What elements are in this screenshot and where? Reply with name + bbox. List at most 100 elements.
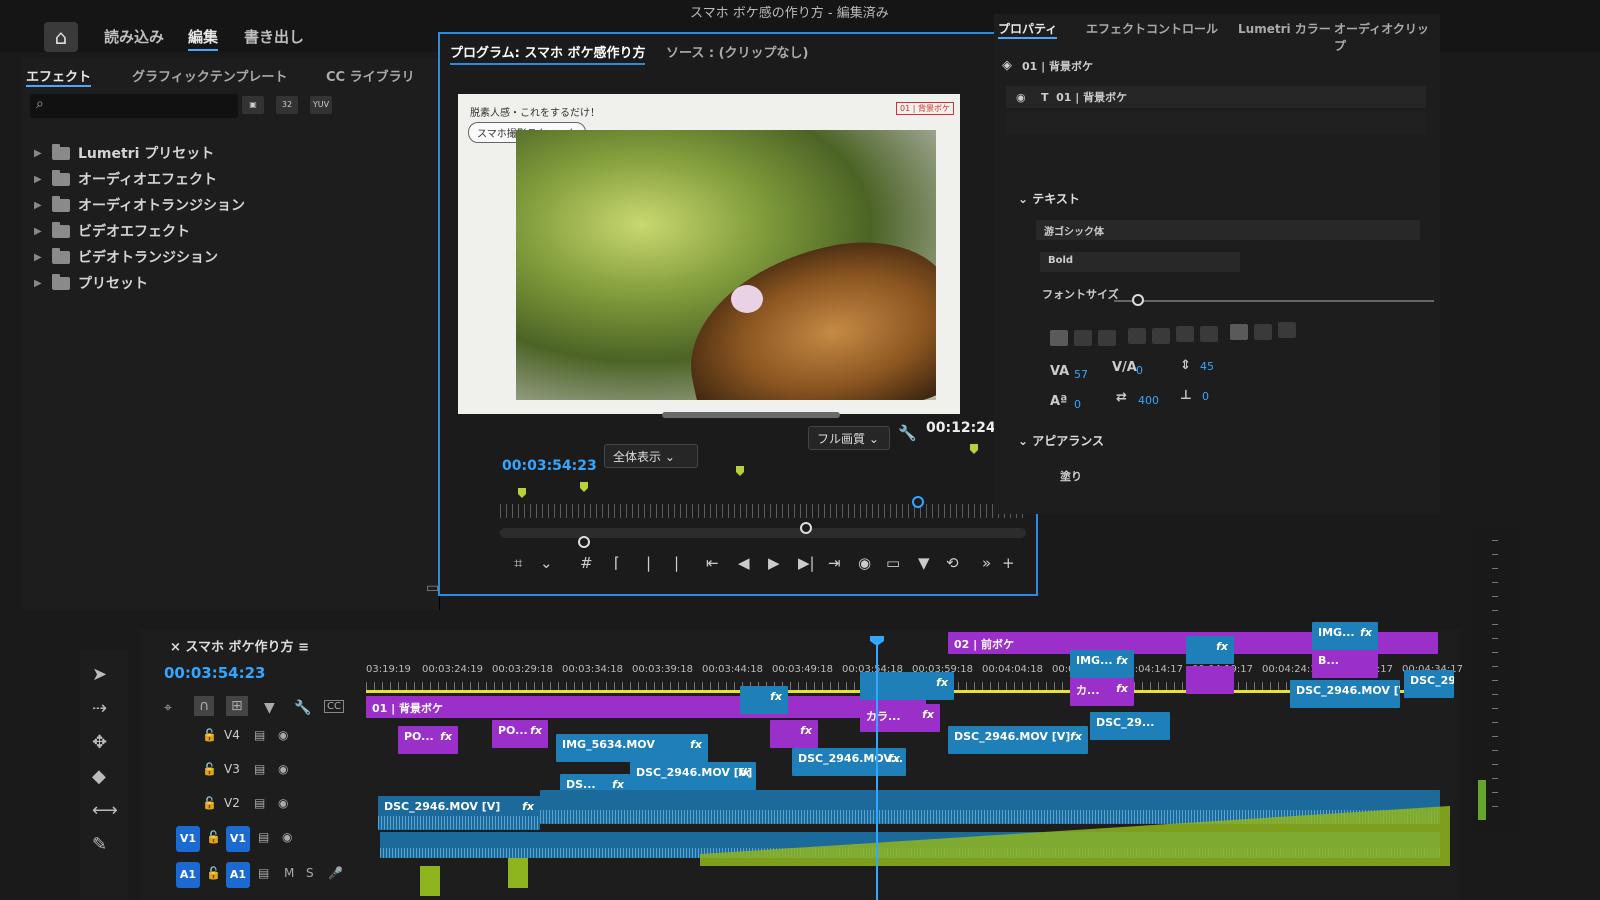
leading-value[interactable]: 45 (1200, 360, 1214, 373)
font-family-select[interactable]: 游ゴシック体 (1036, 220, 1420, 240)
font-style-select[interactable]: Bold (1040, 252, 1240, 272)
tab-properties[interactable]: プロパティ (998, 20, 1058, 39)
sync-lock-icon[interactable]: ▤ (258, 866, 269, 880)
justify-all-icon[interactable] (1200, 326, 1218, 342)
kerning-value[interactable]: 0 (1136, 364, 1143, 377)
mark-in-icon[interactable]: ⌈ (614, 554, 620, 572)
captions-icon[interactable]: CC (324, 700, 344, 713)
sync-lock-icon[interactable]: ▤ (254, 796, 265, 810)
marker-4[interactable] (970, 444, 978, 454)
play-icon[interactable]: ▶ (768, 554, 780, 572)
clip-graphic[interactable]: fx (770, 720, 818, 748)
monitor-zoom-bar[interactable] (500, 528, 1026, 538)
sync-lock-icon[interactable]: ▤ (254, 762, 265, 776)
align-right-icon[interactable] (1098, 330, 1116, 346)
eye-icon[interactable]: ◉ (278, 762, 288, 776)
ripple-edit-tool-icon[interactable]: ✥ (92, 732, 107, 753)
clip-video[interactable]: DSC_2946.MOV [V] fx (630, 762, 756, 790)
eye-icon[interactable]: ◉ (282, 830, 292, 844)
tree-item-audio-transitions[interactable]: ▶ オーディオトランジション (34, 192, 245, 218)
clip-graphic[interactable]: B... (1312, 650, 1378, 678)
go-to-out-icon[interactable]: ⇥ (828, 554, 841, 572)
clip-video[interactable]: DSC_2946.MOV [V] (1404, 670, 1454, 698)
align-top-icon[interactable] (1230, 324, 1248, 340)
clip-graphic[interactable]: PO... fx (398, 726, 458, 754)
baseline-shift-value[interactable]: 0 (1074, 398, 1081, 411)
razor-tool-icon[interactable]: ◆ (92, 766, 106, 787)
extract-icon[interactable]: ⟲ (946, 554, 959, 572)
snap-icon[interactable]: ⌖ (164, 700, 172, 716)
home-icon[interactable]: ⌂ (44, 22, 78, 52)
clip-graphic[interactable] (1186, 666, 1234, 694)
eye-icon[interactable]: ◉ (278, 796, 288, 810)
clip-video[interactable]: DSC_2946.MOV [V] (1290, 680, 1400, 708)
track-target-v1[interactable]: V1 (226, 826, 250, 852)
tab-libraries[interactable]: CC ライブラリ (326, 66, 415, 85)
zoom-handle-left[interactable] (578, 536, 590, 548)
text-section-header[interactable]: ⌄ テキスト (1018, 190, 1080, 207)
clip-video[interactable]: fx (740, 686, 788, 714)
clip-video[interactable]: IMG... fx (1070, 650, 1134, 678)
tab-audio-clip[interactable]: オーディオクリップ (1334, 20, 1440, 54)
align-center-icon[interactable] (1074, 330, 1092, 346)
zoom-handle-right[interactable] (800, 522, 812, 534)
accelerated-effects-icon[interactable]: ▣ (242, 96, 264, 114)
visibility-eye-icon[interactable]: ◉ (1016, 91, 1026, 104)
clip-video[interactable]: IMG_5634.MOV fx (556, 734, 708, 762)
clip-video[interactable]: DSC_29... (1090, 712, 1170, 740)
mic-icon[interactable]: 🎤 (328, 866, 343, 880)
tab-source[interactable]: ソース : (クリップなし) (666, 42, 808, 61)
step-back-start-icon[interactable]: ⇤ (706, 554, 719, 572)
yuv-effects-button[interactable]: YUV (310, 96, 332, 114)
tree-item-video-effects[interactable]: ▶ ビデオエフェクト (34, 218, 245, 244)
align-bottom-icon[interactable] (1278, 322, 1296, 338)
clip-graphic[interactable]: カラ... fx (860, 704, 940, 732)
lock-icon[interactable]: 🔓 (202, 728, 217, 742)
tree-item-presets[interactable]: ▶ プリセット (34, 270, 245, 296)
comparison-view-icon[interactable]: ▭ (886, 554, 900, 572)
lift-icon[interactable]: ▼ (918, 554, 930, 572)
mark-out-icon[interactable]: | (646, 554, 651, 572)
timeline-playhead[interactable] (876, 636, 878, 900)
marker-1[interactable] (518, 488, 526, 498)
sync-lock-icon[interactable]: ▤ (258, 830, 269, 844)
timeline-timecode[interactable]: 00:03:54:23 (164, 664, 266, 682)
tree-item-video-transitions[interactable]: ▶ ビデオトランジション (34, 244, 245, 270)
linked-selection-icon[interactable]: ∩ (194, 696, 215, 716)
sequence-tab[interactable]: × スマホ ボケ作り方 ≡ (170, 636, 309, 655)
step-forward-icon[interactable]: ▶| (798, 554, 815, 572)
marker-3[interactable] (736, 466, 744, 476)
add-marker-icon[interactable]: ▼ (264, 700, 275, 716)
tracking-value[interactable]: 57 (1074, 368, 1088, 381)
clip-audio[interactable]: DSC_2946.MOV [V] fx (378, 796, 540, 830)
clip-video[interactable]: fx (1186, 636, 1234, 664)
monitor-timecode-current[interactable]: 00:03:54:23 (502, 458, 597, 474)
effects-search-input[interactable]: ⌕ (30, 94, 238, 118)
lock-icon[interactable]: 🔓 (206, 830, 221, 844)
lock-icon[interactable]: 🔓 (202, 762, 217, 776)
clip-audio-green[interactable] (508, 858, 528, 888)
clip-video[interactable]: DSC_2946.MOV [V] fx (948, 726, 1088, 754)
nest-icon[interactable]: ⊞ (226, 696, 248, 716)
clip-video[interactable]: DSC_2946.MOV... fx (792, 748, 906, 776)
monitor-playhead[interactable] (912, 496, 924, 508)
track-target-a1[interactable]: A1 (226, 862, 250, 888)
chevron-down-icon[interactable]: ⌄ (540, 554, 553, 572)
clip-audio-green[interactable] (420, 866, 440, 896)
text-layer-row[interactable]: ◉ T 01 | 背景ボケ (1006, 86, 1426, 108)
lock-icon[interactable]: 🔓 (206, 866, 221, 880)
font-size-slider[interactable] (1114, 300, 1434, 302)
timeline-settings-icon[interactable]: 🔧 (294, 700, 311, 716)
justify-left-icon[interactable] (1128, 328, 1146, 344)
zoom-select[interactable]: 全体表示 ⌄ (604, 444, 698, 468)
source-patch-v1[interactable]: V1 (176, 826, 200, 852)
tab-program[interactable]: プログラム: スマホ ボケ感作り方 (450, 42, 646, 65)
slip-tool-icon[interactable]: ⟷ (92, 800, 118, 821)
mute-icon[interactable]: M (284, 866, 294, 880)
export-frame-icon[interactable]: ◉ (858, 554, 871, 572)
appearance-section-header[interactable]: ⌄ アピアランス (1018, 432, 1104, 449)
button-editor-icon[interactable]: + (1002, 554, 1015, 572)
justify-center-icon[interactable] (1152, 328, 1170, 344)
pen-tool-icon[interactable]: ✎ (92, 834, 107, 855)
align-left-icon[interactable] (1050, 330, 1068, 346)
